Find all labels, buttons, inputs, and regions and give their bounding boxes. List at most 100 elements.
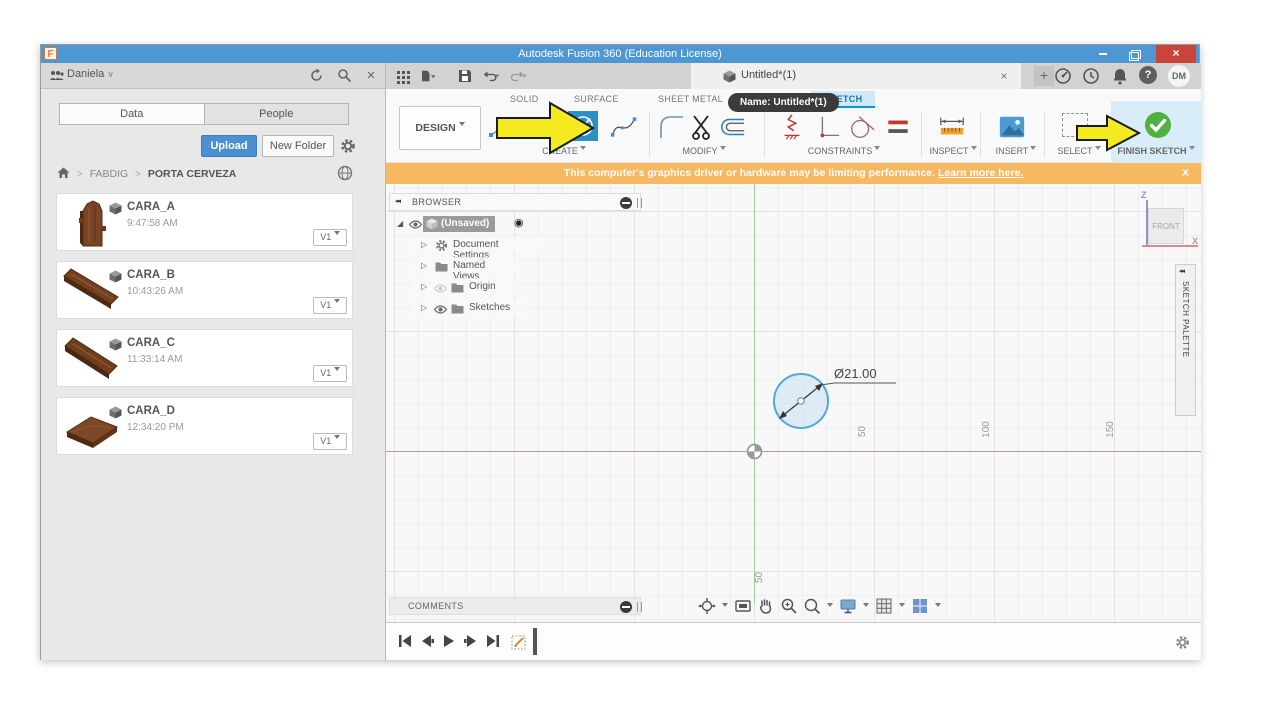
tree-collapsed-icon[interactable]: ▷	[421, 240, 427, 249]
caret-down-icon[interactable]	[722, 602, 728, 610]
new-folder-button[interactable]: New Folder	[262, 135, 334, 157]
collapse-left-icon[interactable]: ◂◂	[395, 197, 401, 205]
breadcrumb-sep-icon: >	[135, 169, 141, 180]
orbit-icon[interactable]	[698, 597, 716, 615]
user-menu[interactable]: Daniela ∨	[67, 68, 114, 80]
settings-gear-icon[interactable]	[340, 138, 356, 154]
list-item[interactable]: CARA_A 9:47:58 AM V1	[56, 193, 353, 251]
section-modify[interactable]: MODIFY	[659, 146, 749, 156]
sketch-palette-collapsed[interactable]: ◂◂ SKETCH PALETTE	[1175, 264, 1196, 416]
file-menu-icon[interactable]	[419, 67, 437, 85]
fit-zoom-icon[interactable]	[803, 597, 821, 615]
expand-left-icon[interactable]: ◂◂	[1179, 267, 1185, 275]
version-badge[interactable]: V1	[313, 229, 347, 246]
list-item[interactable]: CARA_D 12:34:20 PM V1	[56, 397, 353, 455]
look-at-icon[interactable]	[734, 597, 752, 615]
horizontal-vertical-constraint-icon[interactable]	[814, 113, 842, 141]
comments-toggle-icon[interactable]	[620, 601, 632, 613]
browser-drag-handle[interactable]	[637, 198, 642, 208]
pan-hand-icon[interactable]	[757, 597, 775, 615]
grid-settings-icon[interactable]	[875, 597, 893, 615]
tab-close-icon[interactable]: ×	[996, 68, 1012, 84]
timeline-go-end-button[interactable]	[484, 632, 502, 650]
viewcube-front-face[interactable]: FRONT	[1148, 208, 1184, 244]
fillet-tool-icon[interactable]	[658, 113, 686, 141]
tree-expanded-icon[interactable]: ◢	[397, 219, 403, 228]
list-item[interactable]: CARA_C 11:33:14 AM V1	[56, 329, 353, 387]
timeline-go-start-button[interactable]	[396, 632, 414, 650]
browser-collapse-icon[interactable]	[620, 197, 632, 209]
caret-down-icon[interactable]	[935, 602, 941, 610]
offset-tool-icon[interactable]	[718, 113, 746, 141]
sketch-feature-icon[interactable]	[511, 630, 531, 656]
viewports-icon[interactable]	[911, 597, 929, 615]
banner-close-icon[interactable]: X	[1182, 163, 1189, 184]
comments-bar[interactable]: COMMENTS	[389, 597, 642, 615]
eye-icon[interactable]	[434, 305, 447, 314]
tab-people[interactable]: People	[204, 104, 348, 124]
job-status-clock-icon[interactable]	[1082, 67, 1100, 85]
upload-button[interactable]: Upload	[201, 135, 257, 157]
minimize-button[interactable]	[1096, 49, 1110, 58]
tab-sheet-metal[interactable]: SHEET METAL	[658, 94, 723, 104]
tangent-constraint-icon[interactable]	[848, 113, 876, 141]
tab-data[interactable]: Data	[60, 104, 205, 124]
tree-collapsed-icon[interactable]: ▷	[421, 282, 427, 291]
root-node[interactable]: (Unsaved)	[423, 216, 496, 232]
refresh-icon[interactable]	[309, 68, 324, 83]
spline-tool-icon[interactable]	[610, 113, 638, 141]
avatar[interactable]: DM	[1168, 65, 1190, 87]
panel-close-icon[interactable]: ×	[363, 68, 379, 84]
activate-target-icon[interactable]: ◉	[514, 216, 524, 229]
tree-collapsed-icon[interactable]: ▷	[421, 303, 427, 312]
app-grid-icon[interactable]	[394, 67, 412, 85]
caret-down-icon[interactable]	[827, 602, 833, 610]
home-icon[interactable]	[57, 167, 70, 179]
caret-down-icon	[333, 299, 340, 306]
caret-down-icon[interactable]	[863, 602, 869, 610]
help-icon[interactable]: ?	[1139, 66, 1157, 84]
save-icon[interactable]	[456, 67, 474, 85]
version-badge[interactable]: V1	[313, 365, 347, 382]
timeline-step-forward-button[interactable]	[462, 632, 480, 650]
timeline-marker[interactable]	[533, 628, 537, 655]
breadcrumb-folder[interactable]: FABDIG	[90, 168, 129, 180]
undo-icon[interactable]	[483, 67, 501, 85]
display-settings-icon[interactable]	[839, 597, 857, 615]
equal-constraint-icon[interactable]	[884, 113, 912, 141]
dimension-label[interactable]: Ø21.00	[834, 366, 877, 381]
caret-down-icon[interactable]	[899, 602, 905, 610]
section-constraints[interactable]: CONSTRAINTS	[794, 146, 894, 156]
learn-more-link[interactable]: Learn more here.	[938, 167, 1023, 179]
document-tab[interactable]: Untitled*(1) ×	[691, 63, 1021, 89]
notifications-bell-icon[interactable]	[1111, 67, 1129, 85]
restore-button[interactable]	[1129, 48, 1141, 61]
browser-root-row[interactable]: ◢ (Unsaved) ◉	[389, 215, 641, 235]
view-cube[interactable]: Z FRONT X	[1134, 188, 1200, 250]
fix-constraint-icon[interactable]	[778, 113, 806, 141]
extensions-icon[interactable]	[1054, 67, 1072, 85]
list-item[interactable]: CARA_B 10:43:26 AM V1	[56, 261, 353, 319]
version-badge[interactable]: V1	[313, 297, 347, 314]
workspace-switcher[interactable]: DESIGN	[399, 106, 481, 150]
close-button[interactable]: ×	[1156, 45, 1196, 63]
timeline-gear-icon[interactable]	[1175, 635, 1190, 650]
sketch-circle[interactable]: Ø21.00	[756, 356, 936, 451]
timeline-play-button[interactable]	[440, 632, 458, 650]
comments-drag-handle[interactable]	[637, 602, 642, 612]
trim-scissors-icon[interactable]	[688, 113, 716, 141]
redo-icon[interactable]	[510, 67, 528, 85]
tree-collapsed-icon[interactable]: ▷	[421, 261, 427, 270]
new-tab-button[interactable]: +	[1034, 66, 1054, 86]
viewport-canvas[interactable]: Ø21.00 50 100 150 50 Z FRONT X ◂◂ SKETCH…	[386, 184, 1201, 622]
insert-image-icon[interactable]	[998, 113, 1026, 141]
eye-hidden-icon[interactable]	[434, 284, 447, 293]
version-badge[interactable]: V1	[313, 433, 347, 450]
globe-icon[interactable]	[337, 165, 353, 181]
zoom-icon[interactable]	[780, 597, 798, 615]
timeline-step-back-button[interactable]	[418, 632, 436, 650]
browser-panel-header[interactable]: ◂◂ BROWSER	[389, 193, 642, 211]
measure-tool-icon[interactable]	[938, 113, 966, 141]
search-icon[interactable]	[337, 68, 352, 83]
eye-icon[interactable]	[409, 220, 422, 229]
